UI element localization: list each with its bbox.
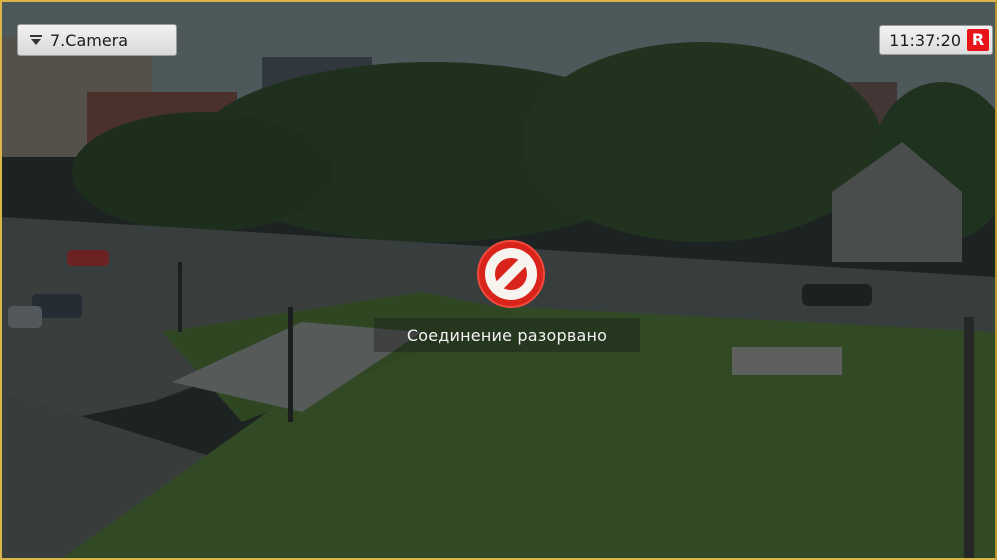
camera-name-label: 7.Camera: [50, 30, 129, 50]
camera-name-button[interactable]: 7.Camera: [17, 24, 177, 56]
timestamp-label: 11:37:20: [889, 30, 961, 50]
dropdown-menu-icon[interactable]: [30, 35, 42, 45]
no-connection-icon: [477, 240, 545, 308]
timestamp-panel: 11:37:20 R: [879, 25, 993, 55]
connection-status-message: Соединение разорвано: [374, 318, 640, 352]
camera-viewport[interactable]: 7.Camera 11:37:20 R Соединение разорвано: [0, 0, 997, 560]
recording-indicator: R: [967, 29, 989, 51]
